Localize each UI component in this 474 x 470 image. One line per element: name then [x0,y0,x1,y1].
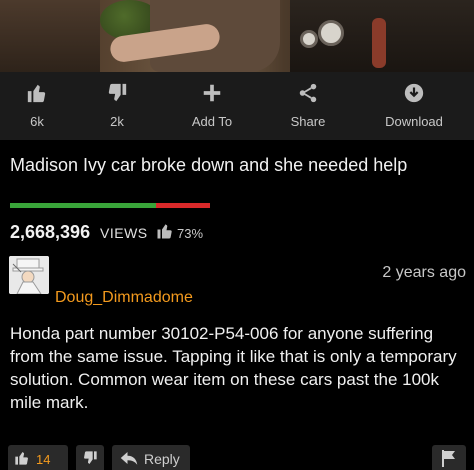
add-to-button[interactable]: Add To [167,80,257,129]
download-button[interactable]: Download [369,80,459,129]
dislike-button[interactable]: 2k [72,80,162,129]
thumbs-up-icon [156,222,174,245]
thumbs-up-icon [14,450,30,469]
reply-arrow-icon [120,451,138,468]
video-drum [300,30,318,48]
flag-icon [441,449,457,470]
video-drum [318,20,344,46]
video-player[interactable] [0,0,474,72]
thumbs-down-icon [72,80,162,106]
view-count: 2,668,396 [10,222,91,242]
video-background-wall [0,0,100,72]
add-to-label: Add To [191,114,233,129]
download-icon [369,80,459,106]
share-icon [263,80,353,106]
comment-body: Honda part number 30102-P54-006 for anyo… [10,324,457,412]
comment-timestamp: 2 years ago [382,264,466,281]
share-label: Share [290,114,326,129]
action-bar: 6k 2k Add To Share Download [0,72,474,140]
like-count: 6k [30,114,44,129]
share-button[interactable]: Share [263,80,353,129]
video-guitar [372,18,386,68]
download-label: Download [385,114,443,129]
avatar[interactable] [9,256,49,294]
views-label: VIEWS [100,225,148,241]
rating-bar-fill [10,203,156,208]
comment-dislike-button[interactable] [76,445,104,470]
rating-bar [10,203,210,208]
rating-percent: 73% [177,226,204,241]
comment-like-count: 14 [36,451,51,467]
comment-like-button[interactable]: 14 [8,445,68,470]
comment-flag-button[interactable] [432,445,466,470]
comment-reply-button[interactable]: Reply [112,445,190,470]
reply-label: Reply [144,451,180,467]
comment-username[interactable]: Doug_Dimmadome [55,289,193,307]
thumbs-up-icon [0,80,82,106]
dislike-count: 2k [110,114,124,129]
plus-icon [167,80,257,106]
thumbs-down-icon [82,450,98,469]
like-button[interactable]: 6k [0,80,82,129]
video-title: Madison Ivy car broke down and she neede… [10,155,408,175]
